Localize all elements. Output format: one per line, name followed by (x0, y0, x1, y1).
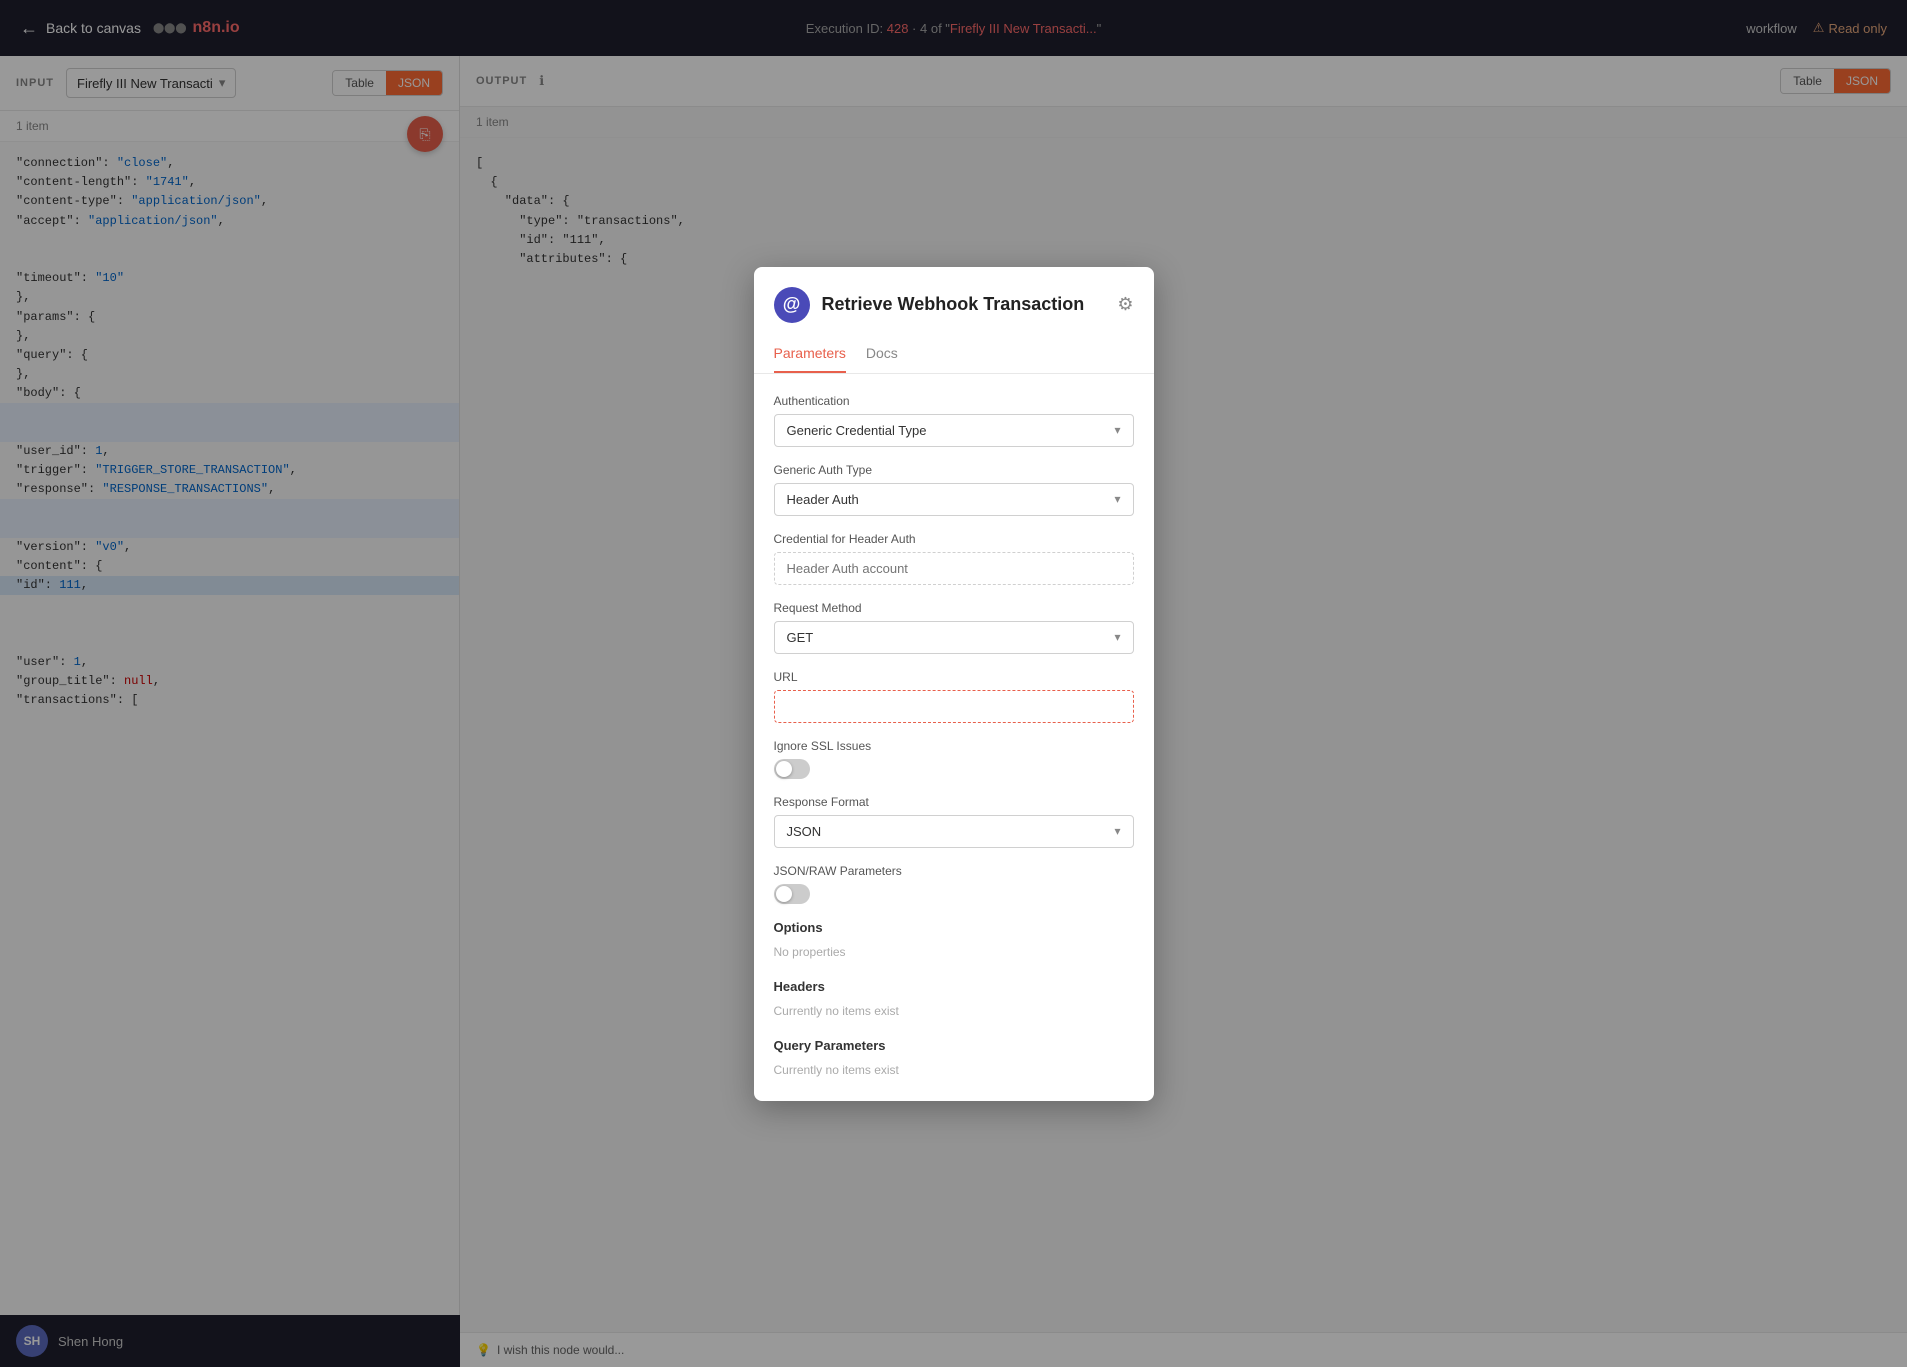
ignore-ssl-label: Ignore SSL Issues (774, 739, 1134, 753)
json-raw-field: JSON/RAW Parameters (774, 864, 1134, 904)
modal-header: @ Retrieve Webhook Transaction ⚙ (754, 267, 1154, 323)
ignore-ssl-toggle-container (774, 759, 1134, 779)
headers-empty: Currently no items exist (774, 1000, 1134, 1022)
response-format-chevron: ▾ (1114, 824, 1120, 838)
generic-auth-type-field: Generic Auth Type Header Auth ▾ (774, 463, 1134, 516)
credential-input[interactable] (774, 552, 1134, 585)
query-params-empty: Currently no items exist (774, 1059, 1134, 1081)
toggle-knob-2 (776, 886, 792, 902)
credential-label: Credential for Header Auth (774, 532, 1134, 546)
tab-parameters[interactable]: Parameters (774, 335, 846, 373)
options-section: Options No properties (774, 920, 1134, 963)
modal-title: Retrieve Webhook Transaction (822, 294, 1085, 315)
ignore-ssl-field: Ignore SSL Issues (774, 739, 1134, 779)
url-label: URL (774, 670, 1134, 684)
response-format-label: Response Format (774, 795, 1134, 809)
request-method-chevron: ▾ (1114, 630, 1120, 644)
response-format-value: JSON (787, 824, 822, 839)
request-method-label: Request Method (774, 601, 1134, 615)
authentication-field: Authentication Generic Credential Type ▾ (774, 394, 1134, 447)
headers-label: Headers (774, 979, 1134, 994)
generic-auth-type-dropdown[interactable]: Header Auth ▾ (774, 483, 1134, 516)
options-empty: No properties (774, 941, 1134, 963)
credential-field: Credential for Header Auth (774, 532, 1134, 585)
modal-overlay: @ Retrieve Webhook Transaction ⚙ Paramet… (0, 0, 1907, 1367)
settings-icon[interactable]: ⚙ (1117, 294, 1133, 315)
modal-body: Authentication Generic Credential Type ▾… (754, 374, 1154, 1101)
authentication-label: Authentication (774, 394, 1134, 408)
query-params-section: Query Parameters Currently no items exis… (774, 1038, 1134, 1081)
toggle-knob (776, 761, 792, 777)
json-raw-label: JSON/RAW Parameters (774, 864, 1134, 878)
modal-dialog: @ Retrieve Webhook Transaction ⚙ Paramet… (754, 267, 1154, 1101)
headers-section: Headers Currently no items exist (774, 979, 1134, 1022)
modal-tabs: Parameters Docs (754, 335, 1154, 374)
json-raw-toggle[interactable] (774, 884, 810, 904)
response-format-field: Response Format JSON ▾ (774, 795, 1134, 848)
request-method-dropdown[interactable]: GET ▾ (774, 621, 1134, 654)
url-field: URL (774, 670, 1134, 723)
authentication-value: Generic Credential Type (787, 423, 927, 438)
response-format-dropdown[interactable]: JSON ▾ (774, 815, 1134, 848)
generic-auth-type-value: Header Auth (787, 492, 859, 507)
request-method-field: Request Method GET ▾ (774, 601, 1134, 654)
modal-icon: @ (774, 287, 810, 323)
options-label: Options (774, 920, 1134, 935)
generic-auth-type-chevron: ▾ (1114, 492, 1120, 506)
request-method-value: GET (787, 630, 814, 645)
tab-docs[interactable]: Docs (866, 335, 898, 373)
query-params-label: Query Parameters (774, 1038, 1134, 1053)
json-raw-toggle-container (774, 884, 1134, 904)
authentication-dropdown[interactable]: Generic Credential Type ▾ (774, 414, 1134, 447)
url-input[interactable] (774, 690, 1134, 723)
authentication-chevron: ▾ (1114, 423, 1120, 437)
generic-auth-type-label: Generic Auth Type (774, 463, 1134, 477)
ignore-ssl-toggle[interactable] (774, 759, 810, 779)
